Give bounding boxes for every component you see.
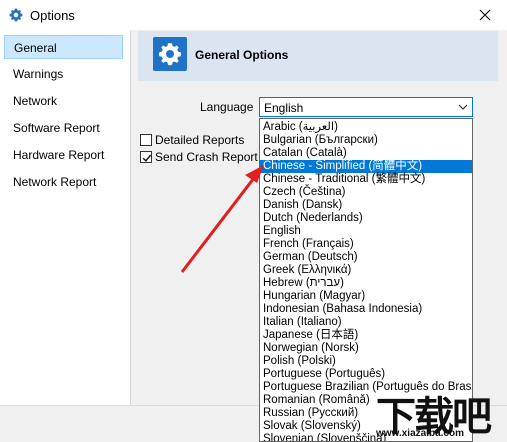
language-option[interactable]: Chinese - Traditional (繁體中文) [260, 173, 472, 186]
sidebar-item-network[interactable]: Network [4, 89, 123, 113]
sidebar-item-general[interactable]: General [4, 35, 123, 59]
close-icon [479, 9, 491, 21]
language-option[interactable]: Danish (Dansk) [260, 199, 472, 212]
sidebar-item-warnings[interactable]: Warnings [4, 62, 123, 86]
gear-icon [9, 8, 23, 22]
language-option[interactable]: Arabic (العربية) [260, 121, 472, 134]
language-option[interactable]: Catalan (Català) [260, 147, 472, 160]
window-title: Options [30, 8, 75, 23]
language-option[interactable]: Portuguese (Português) [260, 368, 472, 381]
language-label: Language [200, 100, 254, 114]
language-option[interactable]: English [260, 225, 472, 238]
sidebar-item-label: Software Report [13, 121, 100, 135]
gear-icon [158, 43, 182, 66]
sidebar-item-label: General [14, 41, 57, 55]
watermark-logo: 下载吧 www.xiazaiba.com [376, 384, 507, 442]
language-option[interactable]: French (Français) [260, 238, 472, 251]
checkbox-label: Detailed Reports [155, 133, 245, 147]
language-select[interactable]: English [259, 97, 473, 117]
language-option[interactable]: Dutch (Nederlands) [260, 212, 472, 225]
sidebar-item-label: Network [13, 94, 58, 108]
header-gear-badge [153, 37, 187, 71]
sidebar-item-label: Hardware Report [13, 148, 105, 162]
language-option-highlighted[interactable]: Chinese - Simplified (简體中文) [260, 160, 472, 173]
language-option[interactable]: Hebrew (עברית) [260, 277, 472, 290]
sidebar-item-software-report[interactable]: Software Report [4, 116, 123, 140]
checkbox-label: Send Crash Report [155, 150, 258, 164]
language-option[interactable]: Indonesian (Bahasa Indonesia) [260, 303, 472, 316]
close-button[interactable] [475, 5, 495, 25]
checkbox-box[interactable] [140, 134, 152, 146]
language-option[interactable]: Greek (Ελληνικά) [260, 264, 472, 277]
sidebar-item-network-report[interactable]: Network Report [4, 170, 123, 194]
title-bar: Options [0, 0, 507, 30]
language-option[interactable]: Hungarian (Magyar) [260, 290, 472, 303]
sidebar: General Warnings Network Software Report… [0, 30, 131, 405]
chevron-down-icon [458, 104, 468, 110]
sidebar-item-label: Warnings [13, 67, 64, 81]
header-band [138, 31, 498, 81]
language-option[interactable]: Polish (Polski) [260, 355, 472, 368]
language-option[interactable]: Japanese (日本語) [260, 329, 472, 342]
page-title: General Options [195, 48, 289, 62]
language-option[interactable]: Czech (Čeština) [260, 186, 472, 199]
watermark-url: www.xiazaiba.com [376, 428, 464, 439]
checkbox-box[interactable] [140, 151, 152, 163]
options-window: Options General Warnings Network Softwar… [0, 0, 507, 442]
language-option[interactable]: Bulgarian (Български) [260, 134, 472, 147]
language-option[interactable]: Italian (Italiano) [260, 316, 472, 329]
sidebar-item-hardware-report[interactable]: Hardware Report [4, 143, 123, 167]
checkmark-icon [142, 154, 152, 162]
language-option[interactable]: German (Deutsch) [260, 251, 472, 264]
language-select-value: English [264, 101, 304, 115]
language-option[interactable]: Norwegian (Norsk) [260, 342, 472, 355]
sidebar-item-label: Network Report [13, 175, 97, 189]
